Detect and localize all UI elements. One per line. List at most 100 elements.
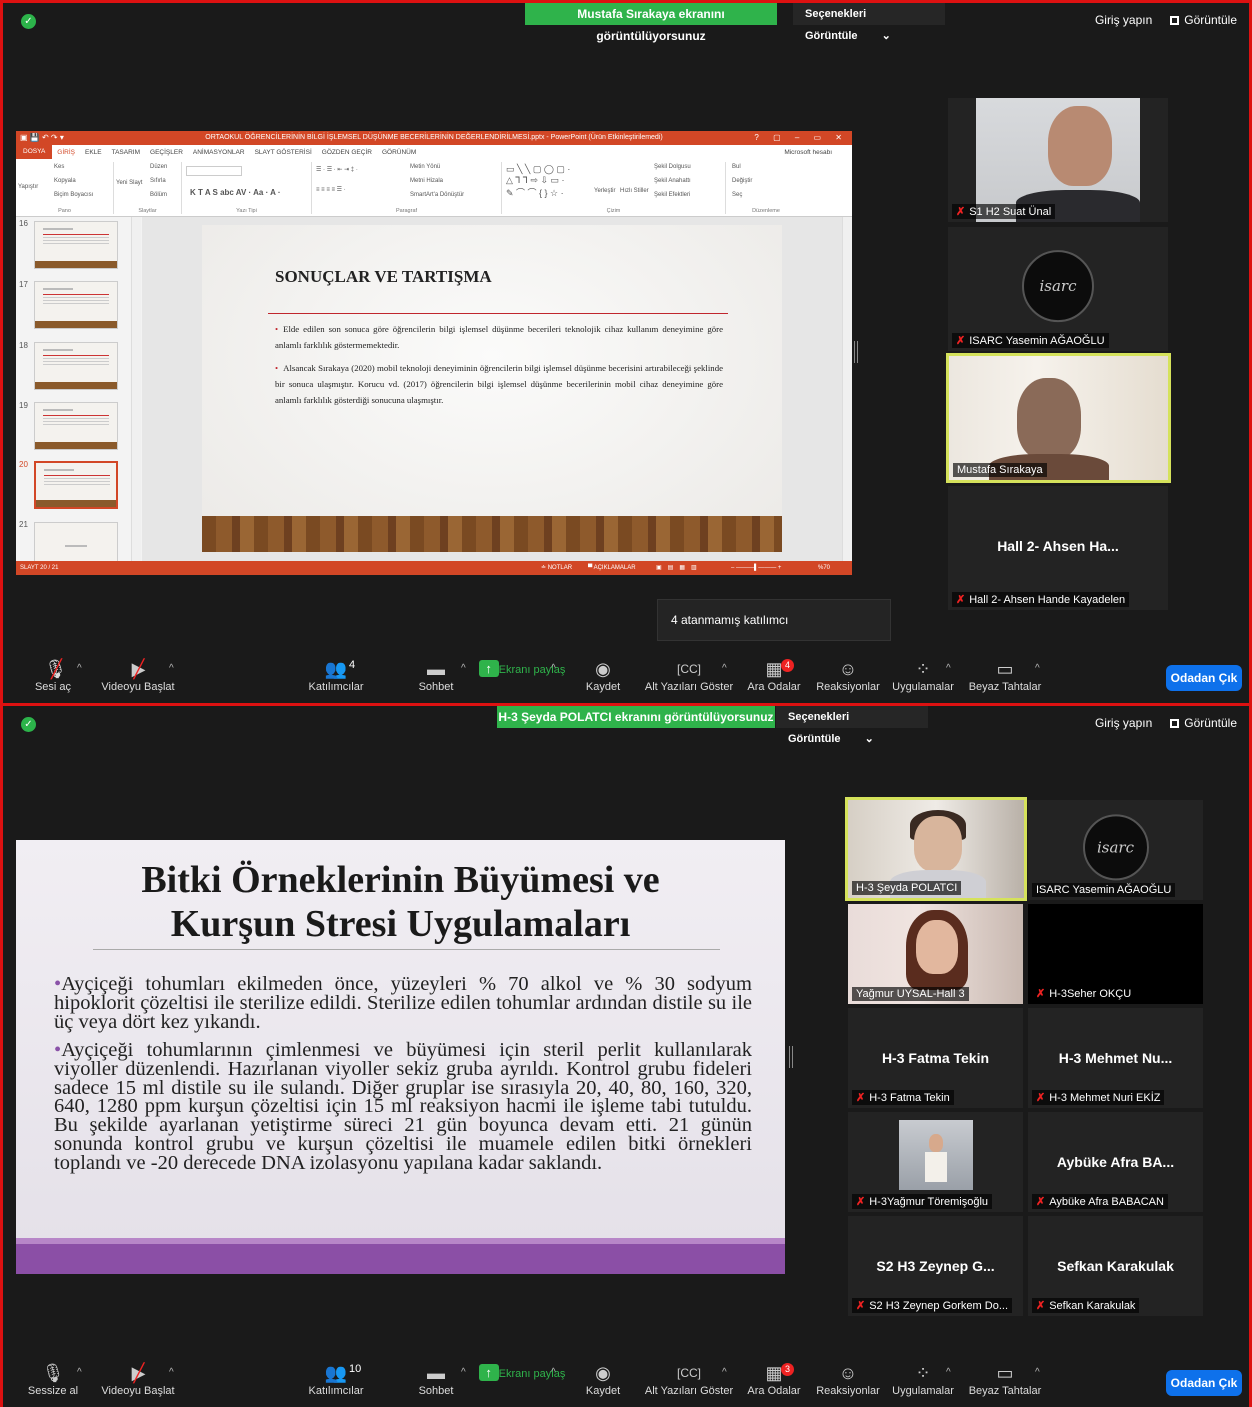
comments-button[interactable]: ▀ AÇIKLAMALAR — [588, 561, 636, 575]
shape-effects-button[interactable]: Şekil Efektleri — [654, 192, 690, 198]
thumbnail-scrollbar[interactable] — [131, 217, 141, 561]
chevron-up-icon[interactable]: ^ — [722, 1367, 727, 1378]
video-tile[interactable]: S2 H3 Zeynep G... ✗ S2 H3 Zeynep Gorkem D… — [848, 1216, 1023, 1316]
font-style-buttons[interactable]: K T A S abc AV · Aa · A · — [190, 188, 281, 197]
align-buttons[interactable]: ≡ ≡ ≡ ≡ ☰ · — [316, 186, 346, 193]
view-button[interactable]: Görüntüle — [1170, 13, 1237, 27]
chevron-up-icon[interactable]: ^ — [169, 1367, 174, 1378]
zoom-level[interactable]: %70 — [818, 561, 830, 575]
unmute-button[interactable]: 🎙╱ Sesi aç — [8, 657, 98, 693]
chevron-up-icon[interactable]: ^ — [1035, 663, 1040, 674]
view-button[interactable]: Görüntüle — [1170, 716, 1237, 730]
reset-button[interactable]: Sıfırla — [150, 178, 166, 184]
tab-design[interactable]: TASARIM — [107, 149, 145, 156]
shape-fill-button[interactable]: Şekil Dolgusu — [654, 164, 691, 170]
cut-button[interactable]: Kes — [54, 164, 64, 170]
video-tile[interactable]: Hall 2- Ahsen Ha... ✗ Hall 2- Ahsen Hande… — [948, 486, 1168, 610]
chevron-up-icon[interactable]: ^ — [722, 663, 727, 674]
slide-thumbnail[interactable] — [34, 402, 118, 450]
replace-button[interactable]: Değiştir — [732, 178, 752, 184]
video-tile[interactable]: ✗ H-3Seher OKÇU — [1028, 904, 1203, 1004]
zoom-slider[interactable]: – ———▌——— + — [731, 561, 781, 575]
tab-insert[interactable]: EKLE — [80, 149, 107, 156]
participants-button[interactable]: 👥 4 Katılımcılar — [291, 657, 381, 693]
chevron-up-icon[interactable]: ^ — [1035, 1367, 1040, 1378]
notes-button[interactable]: ≐ NOTLAR — [541, 561, 572, 575]
quick-access-icons[interactable]: ▣ 💾 ↶ ↷ ▾ — [20, 131, 64, 145]
chevron-up-icon[interactable]: ^ — [77, 663, 82, 674]
shape-outline-button[interactable]: Şekil Anahattı — [654, 178, 691, 184]
font-name-field[interactable] — [186, 166, 242, 176]
chevron-up-icon[interactable]: ^ — [551, 663, 556, 674]
view-options-button[interactable]: Seçenekleri Görüntüle ⌄ — [776, 706, 928, 745]
encryption-shield-icon[interactable]: ✓ — [21, 717, 36, 732]
apps-button[interactable]: ⁘ Uygulamalar — [878, 1361, 968, 1397]
chat-button[interactable]: ▬ Sohbet — [391, 1361, 481, 1397]
video-tile[interactable]: ✗ S1 H2 Suat Ünal — [948, 98, 1168, 222]
mute-button[interactable]: 🎙 Sessize al — [8, 1361, 98, 1397]
chat-button[interactable]: ▬ Sohbet — [391, 657, 481, 693]
apps-button[interactable]: ⁘ Uygulamalar — [878, 657, 968, 693]
video-tile[interactable]: Yağmur UYSAL-Hall 3 — [848, 904, 1023, 1004]
splitter-handle[interactable] — [854, 341, 858, 363]
chevron-up-icon[interactable]: ^ — [946, 663, 951, 674]
participants-button[interactable]: 👥 10 Katılımcılar — [291, 1361, 381, 1397]
record-button[interactable]: ◉ Kaydet — [558, 657, 648, 693]
tab-review[interactable]: GÖZDEN GEÇİR — [317, 149, 377, 156]
list-buttons[interactable]: ☰ · ☰ · ⇤ ⇥ ‡ · — [316, 166, 358, 173]
video-tile[interactable]: isarc ✗ ISARC Yasemin AĞAOĞLU — [948, 227, 1168, 351]
tab-view[interactable]: GÖRÜNÜM — [377, 149, 421, 156]
video-tile[interactable]: Sefkan Karakulak ✗ Sefkan Karakulak — [1028, 1216, 1203, 1316]
video-tile[interactable]: ✗ H-3Yağmur Töremişoğlu — [848, 1112, 1023, 1212]
chevron-up-icon[interactable]: ^ — [169, 663, 174, 674]
current-slide[interactable]: SONUÇLAR VE TARTIŞMA • Elde edilen son so… — [202, 225, 782, 552]
layout-button[interactable]: Düzen — [150, 164, 167, 170]
video-tile-active-speaker[interactable]: Mustafa Sırakaya — [946, 353, 1171, 483]
video-tile[interactable]: H-3 Fatma Tekin ✗ H-3 Fatma Tekin — [848, 1008, 1023, 1108]
tab-animations[interactable]: ANİMASYONLAR — [188, 149, 250, 156]
chevron-up-icon[interactable]: ^ — [461, 663, 466, 674]
video-tile[interactable]: isarc ISARC Yasemin AĞAOĞLU — [1028, 800, 1203, 900]
tab-transitions[interactable]: GEÇİŞLER — [145, 149, 188, 156]
encryption-shield-icon[interactable]: ✓ — [21, 14, 36, 29]
smartart-button[interactable]: SmartArt'a Dönüştür — [410, 192, 464, 198]
shapes-gallery[interactable]: ▭ ╲ ╲ ▢ ◯ ▢ · △ ⅂ ⅂ ⇨ ⇩ ▭ · ✎ ⌒ ⌒ { } ☆ … — [506, 164, 570, 199]
slide-thumbnail[interactable] — [34, 281, 118, 329]
canvas-scrollbar[interactable] — [842, 217, 852, 561]
record-button[interactable]: ◉ Kaydet — [558, 1361, 648, 1397]
format-painter-button[interactable]: Biçim Boyacısı — [54, 192, 93, 198]
quick-styles-button[interactable]: Hızlı Stiller — [620, 188, 649, 194]
text-direction-button[interactable]: Metin Yönü — [410, 164, 440, 170]
video-tile[interactable]: H-3 Mehmet Nu... ✗ H-3 Mehmet Nuri EKİZ — [1028, 1008, 1203, 1108]
chevron-up-icon[interactable]: ^ — [551, 1367, 556, 1378]
window-controls[interactable]: ? ▢ – ▭ ✕ — [754, 131, 848, 145]
captions-button[interactable]: [CC] Alt Yazıları Göster — [644, 657, 734, 693]
slide-thumbnail[interactable] — [34, 522, 118, 562]
view-options-button[interactable]: Seçenekleri Görüntüle ⌄ — [793, 3, 945, 42]
chevron-up-icon[interactable]: ^ — [946, 1367, 951, 1378]
chevron-up-icon[interactable]: ^ — [461, 1367, 466, 1378]
select-button[interactable]: Seç — [732, 192, 742, 198]
arrange-button[interactable]: Yerleştir — [594, 188, 615, 194]
chevron-up-icon[interactable]: ^ — [77, 1367, 82, 1378]
captions-button[interactable]: [CC] Alt Yazıları Göster — [644, 1361, 734, 1397]
section-button[interactable]: Bölüm — [150, 192, 167, 198]
account-link[interactable]: Microsoft hesabı — [779, 149, 852, 156]
slide-thumbnail[interactable] — [34, 342, 118, 390]
copy-button[interactable]: Kopyala — [54, 178, 76, 184]
video-tile-active-speaker[interactable]: H-3 Şeyda POLATCI — [845, 797, 1027, 901]
tab-slideshow[interactable]: SLAYT GÖSTERİSİ — [250, 149, 317, 156]
find-button[interactable]: Bul — [732, 164, 741, 170]
align-text-button[interactable]: Metni Hizala — [410, 178, 443, 184]
tab-home[interactable]: GİRİŞ — [52, 149, 80, 156]
slide-thumbnail-selected[interactable] — [34, 461, 118, 509]
tab-file[interactable]: DOSYA — [16, 145, 53, 159]
leave-meeting-button[interactable]: Odadan Çık — [1166, 665, 1242, 691]
leave-meeting-button[interactable]: Odadan Çık — [1166, 1370, 1242, 1396]
signin-link[interactable]: Giriş yapın — [1095, 13, 1152, 27]
signin-link[interactable]: Giriş yapın — [1095, 716, 1152, 730]
new-slide-button[interactable]: Yeni Slayt — [116, 180, 142, 186]
video-tile[interactable]: Aybüke Afra BA... ✗ Aybüke Afra BABACAN — [1028, 1112, 1203, 1212]
paste-button[interactable]: Yapıştır — [18, 184, 38, 190]
view-mode-buttons[interactable]: ▣▤▦▥ — [656, 561, 703, 575]
